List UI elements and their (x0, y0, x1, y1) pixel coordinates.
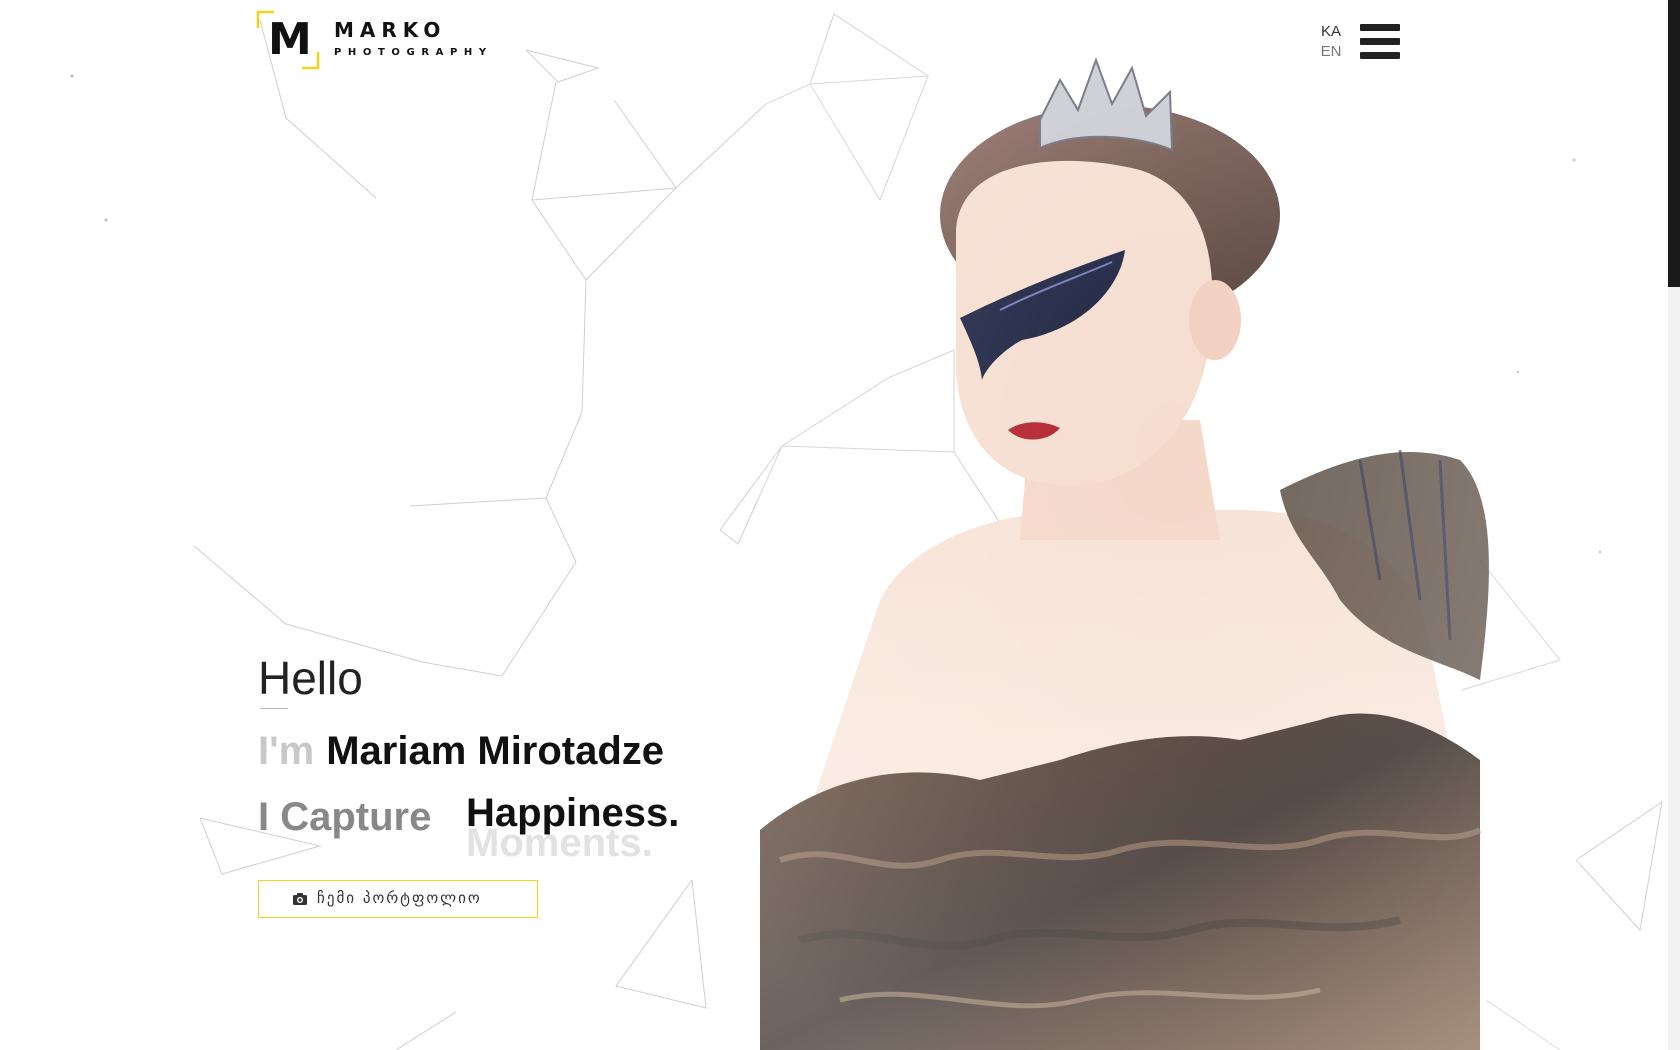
intro-prefix: I'm (258, 729, 315, 773)
page-scrollbar[interactable] (1668, 0, 1680, 1050)
camera-icon (293, 893, 307, 905)
brand-logo[interactable]: M MARKO PHOTOGRAPHY (256, 10, 506, 72)
brand-name: MARKO (334, 18, 447, 42)
language-en[interactable]: EN (1316, 42, 1346, 62)
hero-intro-line: I'm Mariam Mirotadze (258, 726, 664, 776)
portfolio-button[interactable]: ჩემი პორტფოლიო (258, 880, 538, 918)
menu-button[interactable] (1360, 24, 1400, 60)
greeting-underline (260, 708, 288, 709)
capture-prefix: I Capture (258, 795, 432, 839)
hamburger-icon-bar-bottom (1360, 52, 1400, 59)
language-switcher: KA EN (1316, 22, 1346, 62)
scrollbar-thumb[interactable] (1668, 0, 1680, 287)
portfolio-button-label: ჩემი პორტფოლიო (317, 889, 482, 907)
rotating-word-next: Moments. (466, 821, 653, 865)
person-name: Mariam Mirotadze (326, 729, 665, 773)
hamburger-icon-bar-middle (1360, 38, 1400, 45)
brand-subtitle: PHOTOGRAPHY (334, 47, 493, 58)
hero-portrait-image (760, 40, 1580, 1050)
hero-greeting: Hello (258, 652, 363, 704)
language-ka[interactable]: KA (1316, 22, 1346, 42)
logo-letter: M (268, 14, 312, 65)
page: M MARKO PHOTOGRAPHY KA EN Hello I'm Maria… (0, 0, 1680, 1050)
hamburger-icon-bar-top (1360, 24, 1400, 31)
